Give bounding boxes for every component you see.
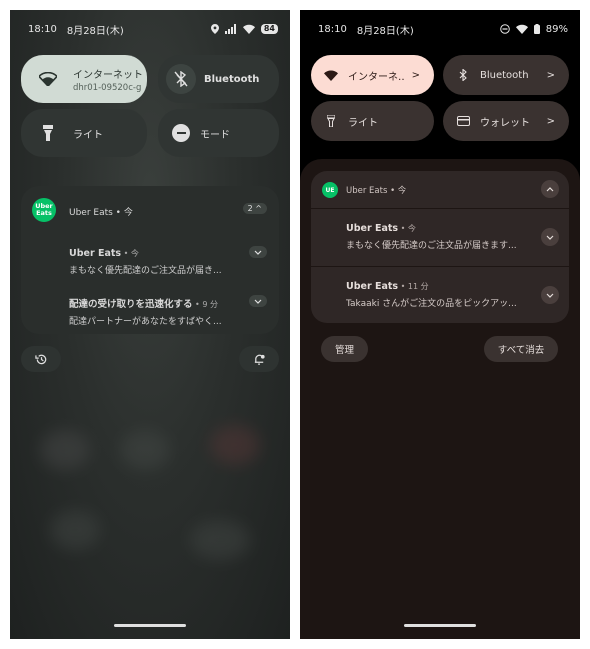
wallet-label: ウォレット	[480, 117, 530, 129]
blurred-background	[40, 430, 90, 470]
flashlight-tile[interactable]: ライト	[311, 101, 434, 141]
chevron-right-icon: >	[546, 115, 555, 127]
clear-all-button[interactable]: すべて消去	[484, 336, 558, 362]
wifi-icon	[39, 72, 57, 86]
bluetooth-label: Bluetooth	[204, 73, 260, 85]
notification-item[interactable]: 配達の受け取りを迅速化する • 9 分 配達パートナーがあなたをすばやく...	[69, 296, 269, 327]
notification-title: Uber Eats	[69, 248, 122, 259]
notification-settings-button[interactable]	[239, 346, 279, 372]
bluetooth-tile[interactable]: Bluetooth	[158, 55, 279, 103]
battery-icon	[533, 24, 540, 34]
bluetooth-tile[interactable]: Bluetooth >	[443, 55, 569, 95]
internet-label: インターネット	[73, 69, 143, 81]
notification-item[interactable]: Uber Eats • 今 まもなく優先配達のご注文品が届き...	[69, 248, 269, 276]
notification-body: まもなく優先配達のご注文品が届き...	[69, 266, 222, 276]
expand-button[interactable]	[541, 286, 559, 304]
location-icon	[210, 24, 219, 34]
status-bar: 18:10 8月28日(木) 84	[28, 22, 278, 37]
uber-eats-logo: UE	[322, 182, 338, 198]
status-date: 8月28日(木)	[66, 25, 124, 37]
flashlight-label: ライト	[348, 117, 378, 129]
mode-label: モード	[200, 129, 230, 141]
gesture-bar[interactable]	[114, 624, 186, 627]
collapse-button[interactable]	[541, 180, 559, 198]
flashlight-label: ライト	[73, 129, 103, 141]
notification-app-name: Uber Eats • 今	[69, 208, 133, 218]
blurred-background	[50, 510, 100, 550]
history-icon	[34, 354, 46, 364]
notification-body: 配達パートナーがあなたをすばやく...	[69, 317, 222, 327]
blurred-background	[120, 430, 170, 470]
bluetooth-icon	[459, 69, 467, 81]
notification-body: まもなく優先配達のご注文品が届きます...	[346, 241, 517, 251]
wallet-tile[interactable]: ウォレット >	[443, 101, 569, 141]
internet-label: インターネ‥	[348, 71, 405, 83]
chevron-down-icon	[254, 250, 262, 255]
status-time: 18:10	[318, 23, 347, 35]
wifi-icon	[324, 70, 338, 81]
wifi-icon	[515, 24, 528, 34]
wallet-icon	[456, 116, 470, 126]
do-not-disturb-icon	[499, 24, 510, 34]
notification-group[interactable]: UE Uber Eats • 今 Uber Eats • 今 まもなく優先配達の…	[311, 171, 569, 323]
internet-tile[interactable]: インターネット dhr01-09520c-g	[21, 55, 147, 103]
notification-history-button[interactable]	[21, 346, 61, 372]
notification-time: • 9 分	[192, 300, 218, 309]
notification-group[interactable]: Uber Eats Uber Eats • 今 2 ^ Uber Eats • …	[21, 186, 279, 334]
expand-button[interactable]	[249, 295, 267, 307]
manage-button[interactable]: 管理	[321, 336, 368, 362]
bluetooth-label: Bluetooth	[480, 69, 529, 81]
notification-time: • 今	[398, 224, 416, 233]
flashlight-icon	[43, 125, 53, 141]
battery-badge: 84	[260, 24, 278, 34]
bluetooth-off-icon	[174, 71, 188, 87]
expand-button[interactable]	[541, 228, 559, 246]
battery-percent: 89%	[545, 23, 568, 35]
do-not-disturb-icon	[176, 132, 186, 134]
internet-network-name: dhr01-09520c-g	[73, 82, 142, 93]
bell-settings-icon	[254, 354, 265, 365]
signal-icon	[224, 24, 236, 34]
divider	[311, 208, 569, 209]
status-time: 18:10	[28, 23, 57, 35]
chevron-down-icon	[254, 299, 262, 304]
wifi-icon	[242, 24, 255, 34]
chevron-up-icon: ^	[255, 204, 262, 213]
notification-time: • 今	[121, 249, 139, 258]
chevron-down-icon	[546, 293, 554, 298]
blurred-background	[210, 425, 260, 465]
chevron-right-icon: >	[546, 69, 555, 81]
notification-title: Uber Eats	[346, 281, 399, 292]
blurred-background	[190, 520, 250, 560]
notification-title: Uber Eats	[346, 223, 399, 234]
expand-button[interactable]	[249, 246, 267, 258]
notification-item[interactable]: Uber Eats • 今 まもなく優先配達のご注文品が届きます...	[346, 223, 536, 251]
status-date: 8月28日(木)	[356, 25, 414, 37]
notification-body: Takaaki さんがご注文の品をピックアッ...	[346, 299, 517, 309]
internet-tile[interactable]: インターネ‥ >	[311, 55, 434, 95]
mode-tile[interactable]: モード	[158, 109, 279, 157]
flashlight-tile[interactable]: ライト	[21, 109, 147, 157]
uber-eats-logo: Uber Eats	[32, 198, 56, 222]
notification-time: • 11 分	[398, 282, 429, 291]
notification-app-name: Uber Eats • 今	[346, 186, 407, 196]
notification-item[interactable]: Uber Eats • 11 分 Takaaki さんがご注文の品をピックアッ.…	[346, 281, 536, 309]
chevron-up-icon	[546, 186, 554, 191]
chevron-down-icon	[546, 235, 554, 240]
status-bar: 18:10 8月28日(木) 89%	[318, 22, 568, 37]
chevron-right-icon: >	[411, 69, 420, 81]
notification-count: 2	[247, 204, 253, 213]
left-screen: 18:10 8月28日(木) 84 インターネット dhr01-09520c-g…	[10, 10, 290, 639]
notification-count-toggle[interactable]: 2 ^	[242, 203, 267, 214]
right-screen: 18:10 8月28日(木) 89% インターネ‥ > Bluetooth > …	[300, 10, 580, 639]
notification-title: 配達の受け取りを迅速化する	[69, 299, 193, 310]
gesture-bar[interactable]	[404, 624, 476, 627]
flashlight-icon	[327, 115, 335, 127]
divider	[311, 266, 569, 267]
